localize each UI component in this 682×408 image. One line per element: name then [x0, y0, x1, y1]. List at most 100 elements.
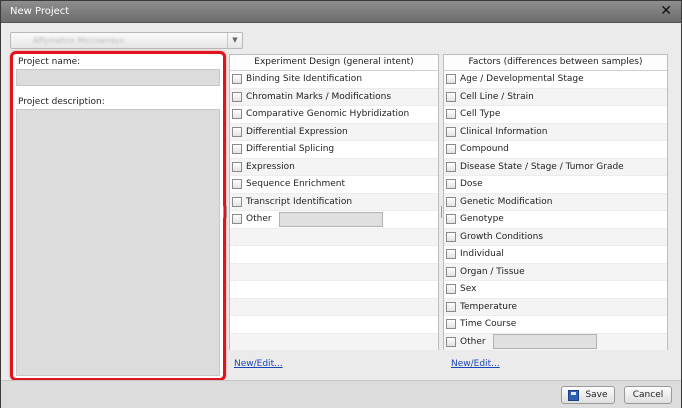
factor-checkbox[interactable]: [446, 91, 456, 102]
factor-checkbox[interactable]: [446, 109, 456, 120]
factor-checkbox[interactable]: [446, 179, 456, 190]
factor-checkbox[interactable]: [446, 231, 456, 242]
experiment-design-empty-row: [230, 263, 438, 281]
project-type-select[interactable]: Affymetrix Microarrays ▼: [10, 32, 243, 49]
factor-label: Organ / Tissue: [460, 266, 525, 277]
experiment-design-empty-row: [230, 228, 438, 246]
project-description-input[interactable]: [16, 109, 220, 376]
factor-label: Compound: [460, 144, 509, 155]
factor-label: Clinical Information: [460, 126, 548, 137]
factor-label: Time Course: [460, 319, 517, 330]
factors-table: Factors (differences between samples) Ag…: [443, 54, 668, 351]
experiment-design-label: Differential Expression: [246, 126, 348, 137]
experiment-design-label: Sequence Enrichment: [246, 179, 346, 190]
factor-row[interactable]: Age / Developmental Stage: [444, 71, 667, 89]
floppy-disk-icon: [568, 389, 580, 401]
experiment-new-edit-link[interactable]: New/Edit...: [234, 359, 283, 369]
experiment-design-label: Chromatin Marks / Modifications: [246, 91, 392, 102]
experiment-design-other-checkbox[interactable]: [232, 214, 242, 225]
factor-label: Cell Type: [460, 109, 501, 120]
experiment-design-label: Transcript Identification: [246, 196, 353, 207]
factor-checkbox[interactable]: [446, 319, 456, 330]
experiment-design-row[interactable]: Expression: [230, 158, 438, 176]
dialog-footer: Save Cancel: [1, 380, 681, 408]
experiment-design-checkbox[interactable]: [232, 91, 242, 102]
factor-label: Individual: [460, 249, 504, 260]
experiment-design-label: Comparative Genomic Hybridization: [246, 109, 410, 120]
factor-checkbox[interactable]: [446, 161, 456, 172]
factor-label: Genetic Modification: [460, 196, 553, 207]
factor-label: Temperature: [460, 301, 518, 312]
experiment-design-other-input[interactable]: [278, 211, 383, 227]
new-project-dialog: New Project ✕ Affymetrix Microarrays ▼ P…: [0, 0, 682, 408]
factor-row[interactable]: Genetic Modification: [444, 193, 667, 211]
save-button[interactable]: Save: [561, 386, 615, 404]
factor-label: Disease State / Stage / Tumor Grade: [460, 161, 624, 172]
experiment-design-row[interactable]: Transcript Identification: [230, 193, 438, 211]
factor-row[interactable]: Dose: [444, 176, 667, 194]
chevron-down-icon[interactable]: ▼: [227, 33, 242, 48]
factor-checkbox[interactable]: [446, 266, 456, 277]
factor-checkbox[interactable]: [446, 249, 456, 260]
experiment-design-empty-row: [230, 333, 438, 351]
experiment-design-checkbox[interactable]: [232, 179, 242, 190]
experiment-design-empty-row: [230, 246, 438, 264]
experiment-design-header: Experiment Design (general intent): [230, 55, 438, 71]
experiment-design-empty-row: [230, 281, 438, 299]
factor-row[interactable]: Compound: [444, 141, 667, 159]
factor-row[interactable]: Cell Type: [444, 106, 667, 124]
factors-new-edit-link[interactable]: New/Edit...: [451, 359, 500, 369]
factor-other-row[interactable]: Other: [444, 333, 667, 351]
experiment-design-empty-row: [230, 298, 438, 316]
factor-row[interactable]: Genotype: [444, 211, 667, 229]
project-name-input[interactable]: [16, 69, 220, 86]
factor-checkbox[interactable]: [446, 144, 456, 155]
factors-rows: Age / Developmental Stage Cell Line / Str…: [444, 71, 667, 351]
factor-label: Sex: [460, 284, 477, 295]
factor-row[interactable]: Disease State / Stage / Tumor Grade: [444, 158, 667, 176]
factor-row[interactable]: Individual: [444, 246, 667, 264]
close-icon[interactable]: ✕: [660, 3, 672, 19]
factor-checkbox[interactable]: [446, 301, 456, 312]
dialog-title: New Project: [10, 6, 70, 17]
experiment-design-checkbox[interactable]: [232, 126, 242, 137]
factor-other-label: Other: [460, 336, 486, 347]
factor-row[interactable]: Organ / Tissue: [444, 263, 667, 281]
factor-checkbox[interactable]: [446, 74, 456, 85]
experiment-design-table: Experiment Design (general intent) Bindi…: [229, 54, 439, 351]
factor-row[interactable]: Temperature: [444, 298, 667, 316]
experiment-design-row[interactable]: Comparative Genomic Hybridization: [230, 106, 438, 124]
experiment-design-checkbox[interactable]: [232, 109, 242, 120]
factor-row[interactable]: Time Course: [444, 316, 667, 334]
factor-label: Growth Conditions: [460, 231, 544, 242]
experiment-design-row[interactable]: Differential Splicing: [230, 141, 438, 159]
experiment-design-row[interactable]: Sequence Enrichment: [230, 176, 438, 194]
splitter-grip-icon[interactable]: [223, 206, 227, 218]
experiment-design-rows: Binding Site Identification Chromatin Mar…: [230, 71, 438, 351]
factor-row[interactable]: Cell Line / Strain: [444, 88, 667, 106]
experiment-design-checkbox[interactable]: [232, 74, 242, 85]
experiment-design-checkbox[interactable]: [232, 144, 242, 155]
factor-other-checkbox[interactable]: [446, 336, 456, 347]
experiment-design-empty-row: [230, 316, 438, 334]
project-description-label: Project description:: [18, 97, 105, 107]
experiment-design-row[interactable]: Differential Expression: [230, 123, 438, 141]
dialog-titlebar[interactable]: New Project ✕: [1, 1, 681, 23]
factor-row[interactable]: Sex: [444, 281, 667, 299]
experiment-design-row[interactable]: Chromatin Marks / Modifications: [230, 88, 438, 106]
factor-checkbox[interactable]: [446, 214, 456, 225]
project-details-panel: Project name: Project description:: [10, 51, 226, 381]
factors-header: Factors (differences between samples): [444, 55, 667, 71]
factor-checkbox[interactable]: [446, 284, 456, 295]
factor-row[interactable]: Clinical Information: [444, 123, 667, 141]
cancel-button[interactable]: Cancel: [624, 386, 672, 404]
factor-other-input[interactable]: [492, 334, 597, 350]
factor-checkbox[interactable]: [446, 196, 456, 207]
factor-row[interactable]: Growth Conditions: [444, 228, 667, 246]
factor-checkbox[interactable]: [446, 126, 456, 137]
experiment-design-label: Expression: [246, 161, 295, 172]
experiment-design-other-row[interactable]: Other: [230, 211, 438, 229]
experiment-design-checkbox[interactable]: [232, 196, 242, 207]
experiment-design-checkbox[interactable]: [232, 161, 242, 172]
experiment-design-row[interactable]: Binding Site Identification: [230, 71, 438, 89]
